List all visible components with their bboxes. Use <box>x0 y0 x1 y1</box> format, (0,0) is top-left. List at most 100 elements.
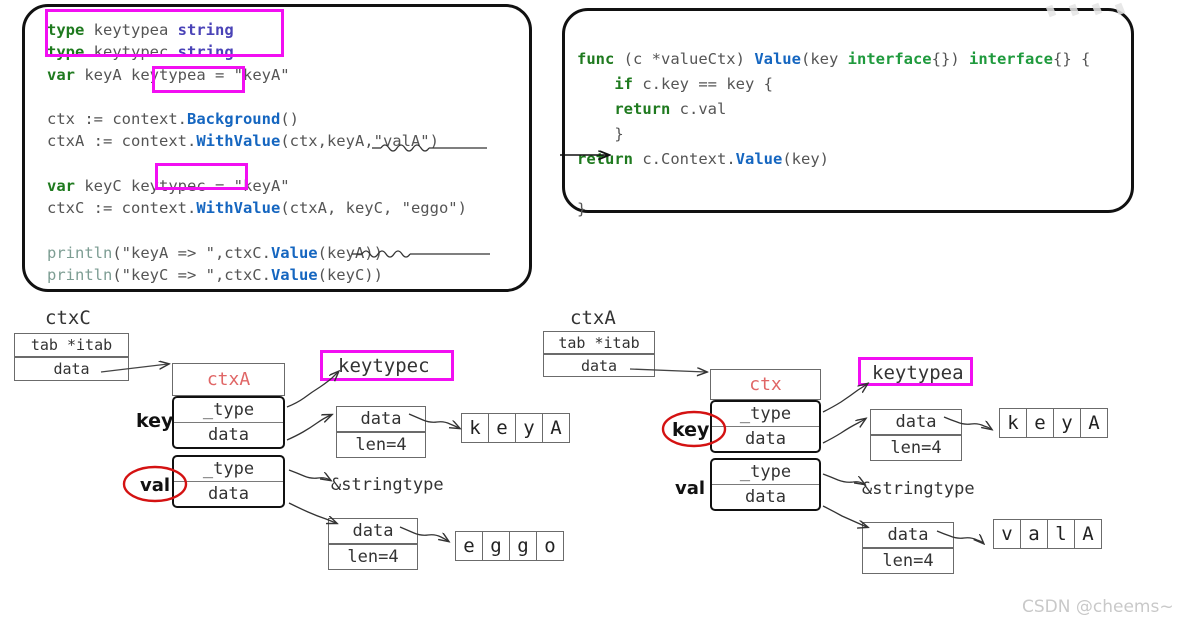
code-token: keytypea <box>84 21 178 39</box>
code-token: Background <box>186 110 281 129</box>
right-key-iface-box: _type data <box>710 400 821 453</box>
code-token: (key) <box>782 150 829 168</box>
string-char-cell: l <box>1047 519 1075 549</box>
code-token: (ctx,keyA,"valA") <box>280 132 439 151</box>
string-char-cell: A <box>542 413 570 443</box>
code-token: (ctxA, keyC, "eggo") <box>280 199 467 218</box>
right-root-data: data <box>543 354 655 377</box>
string-char-cell: a <box>1020 519 1048 549</box>
string-char-cell: k <box>999 408 1027 438</box>
code-left-text: type keytypea string type keytypec strin… <box>47 19 467 287</box>
string-char-cell: y <box>515 413 543 443</box>
string-char-cell: v <box>993 519 1021 549</box>
code-token: } <box>577 200 587 218</box>
code-token: if <box>614 75 633 93</box>
left-keytype-node: keytypec <box>338 355 430 377</box>
code-token: c.Context. <box>633 150 736 168</box>
left-val-iface-box: _type data <box>172 455 285 508</box>
diagram-canvas: type keytypea string type keytypec strin… <box>0 0 1188 624</box>
code-token: ("keyA => ",ctxC. <box>112 243 271 262</box>
left-val-type-to-stringtype <box>288 469 330 480</box>
code-panel-right: func (c *valueCtx) Value(key interface{}… <box>562 8 1134 218</box>
code-token: return <box>577 150 633 168</box>
left-key-label: key <box>136 410 174 432</box>
code-token: WithValue <box>196 132 281 151</box>
code-token: keytypec <box>84 43 178 62</box>
right-val-iface-box: _type data <box>710 458 821 511</box>
code-token: (c *valueCtx) <box>614 50 755 68</box>
code-token: keytypec <box>131 177 206 196</box>
left-key-str-len: len=4 <box>336 432 426 458</box>
code-token: Value <box>735 150 783 168</box>
code-token: Value <box>270 243 318 262</box>
right-val-type-to-stringtype <box>822 473 864 484</box>
code-token: keyA <box>75 65 131 84</box>
right-key-data-row: data <box>745 428 786 449</box>
left-val-label: val <box>140 475 171 496</box>
right-key-type-to-keytypea <box>822 384 867 413</box>
code-token: (key <box>800 50 848 68</box>
left-val-chars: eggo <box>455 531 564 561</box>
code-right-text: func (c *valueCtx) Value(key interface{}… <box>577 47 1090 222</box>
right-key-chars: keyA <box>999 408 1108 438</box>
string-char-cell: o <box>536 531 564 561</box>
code-token: = "keyA" <box>205 177 290 196</box>
code-token: println <box>47 243 113 262</box>
left-stringtype-ptr: &stringtype <box>331 475 444 495</box>
code-token: println <box>47 266 113 285</box>
code-token: c.key == key { <box>633 75 773 93</box>
code-token: Value <box>754 50 801 68</box>
left-ctx-header: ctxA <box>172 363 285 396</box>
right-root-itab: tab *itab <box>543 331 655 354</box>
code-token: func <box>577 50 615 68</box>
code-token: c.val <box>670 100 727 118</box>
right-key-type-row: _type <box>712 402 819 427</box>
right-val-type-row: _type <box>712 460 819 485</box>
left-root-itab: tab *itab <box>14 333 129 357</box>
code-token: keytypea <box>131 65 206 84</box>
code-token: ctxA := context. <box>47 132 197 151</box>
code-token: string <box>177 43 234 62</box>
string-char-cell: k <box>461 413 489 443</box>
right-stringtype-ptr: &stringtype <box>862 479 975 499</box>
string-char-cell: y <box>1053 408 1081 438</box>
code-token: () <box>280 110 299 129</box>
code-token: keyC <box>75 177 131 196</box>
code-token: var <box>47 177 75 196</box>
code-token: ctxC := context. <box>47 199 197 218</box>
right-val-data-to-strhdr <box>822 505 867 527</box>
right-val-str-data: data <box>862 522 954 548</box>
right-val-data-row: data <box>745 486 786 507</box>
string-char-cell: e <box>1026 408 1054 438</box>
left-key-iface-box: _type data <box>172 396 285 449</box>
right-key-str-data: data <box>870 409 962 435</box>
code-token: interface <box>847 50 932 68</box>
right-val-label: val <box>675 478 706 499</box>
left-key-type-to-keytypec <box>286 372 338 408</box>
left-key-chars: keyA <box>461 413 570 443</box>
left-val-data-row: data <box>208 483 249 504</box>
right-key-data-to-strhdr <box>822 419 865 444</box>
code-token: type <box>47 43 85 62</box>
string-char-cell: g <box>509 531 537 561</box>
string-char-cell: e <box>488 413 516 443</box>
code-token: Value <box>270 266 318 285</box>
string-char-cell: e <box>455 531 483 561</box>
right-val-str-len: len=4 <box>862 548 954 574</box>
code-token: WithValue <box>196 199 281 218</box>
code-token: type <box>47 21 85 39</box>
string-char-cell: A <box>1074 519 1102 549</box>
right-ctx-header: ctx <box>710 369 821 400</box>
code-token: string <box>177 21 234 39</box>
code-token: (keyC)) <box>317 266 383 285</box>
left-key-data-row: data <box>208 424 249 445</box>
code-token: } <box>577 125 624 143</box>
right-keytype-node: keytypea <box>872 362 964 384</box>
code-token: {}) <box>931 50 969 68</box>
right-val-chars: valA <box>993 519 1102 549</box>
left-root-data: data <box>14 357 129 381</box>
code-token: ("keyC => ",ctxC. <box>112 266 271 285</box>
code-token: ctx := context. <box>47 110 187 129</box>
code-token: var <box>47 65 75 84</box>
